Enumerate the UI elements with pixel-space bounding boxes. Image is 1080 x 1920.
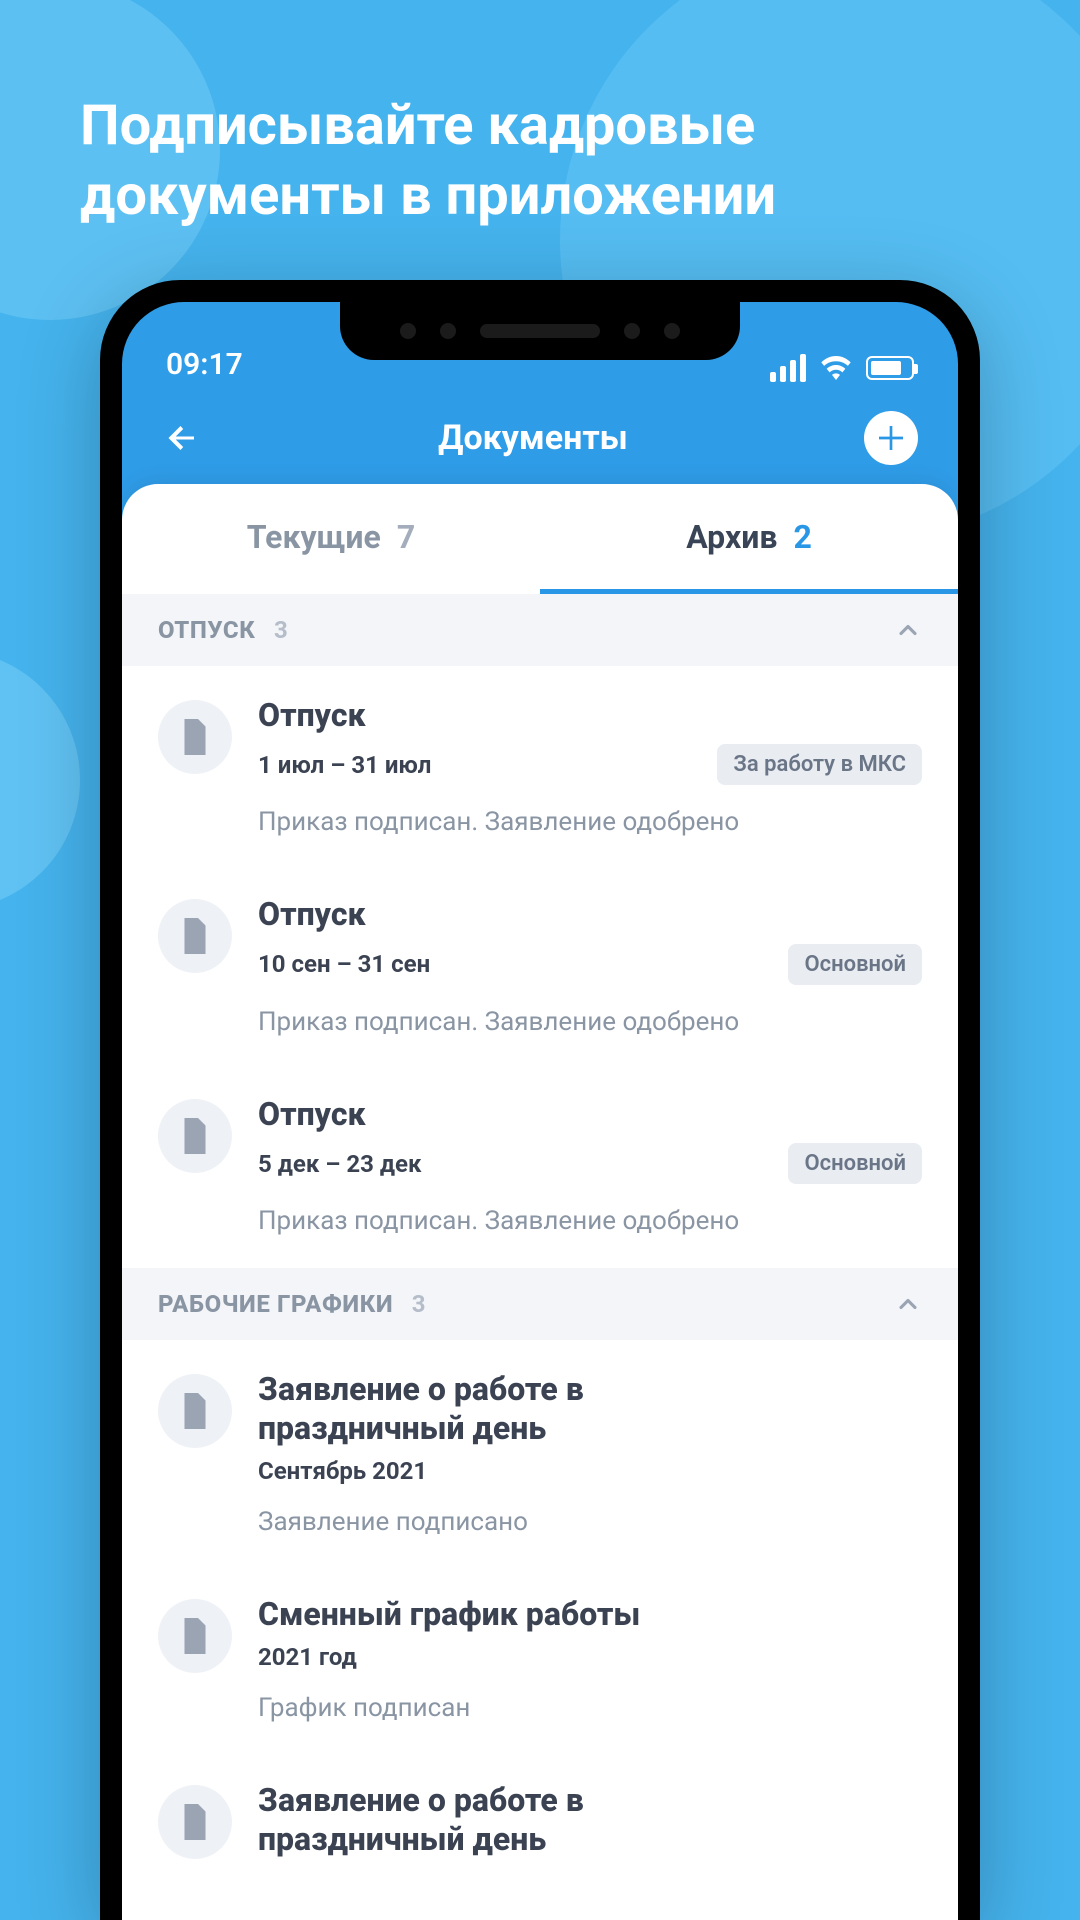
clock: 09:17 <box>166 347 243 382</box>
document-icon <box>158 1785 232 1859</box>
section-count: 3 <box>412 1290 426 1318</box>
item-title: Отпуск <box>258 895 922 933</box>
section-header[interactable]: ОТПУСК 3 <box>122 594 958 666</box>
document-icon <box>158 1374 232 1448</box>
battery-icon <box>866 356 914 380</box>
item-badge: Основной <box>788 944 922 985</box>
tab-current[interactable]: Текущие 7 <box>122 484 540 594</box>
chevron-up-icon <box>894 616 922 644</box>
item-status: Приказ подписан. Заявление одобрено <box>258 807 922 837</box>
plus-icon <box>875 422 907 454</box>
phone-screen: 09:17 Документы <box>122 302 958 1920</box>
list-item[interactable]: Сменный график работы 2021 год График по… <box>122 1569 958 1755</box>
item-badge: За работу в МКС <box>717 744 922 785</box>
item-status: Заявление подписано <box>258 1507 922 1537</box>
section-title: РАБОЧИЕ ГРАФИКИ <box>158 1290 393 1318</box>
speaker-grille <box>480 324 600 338</box>
section-title: ОТПУСК <box>158 616 255 644</box>
item-dates: 1 июл – 31 июл <box>258 751 431 779</box>
item-status: Приказ подписан. Заявление одобрено <box>258 1206 922 1236</box>
item-dates: 5 дек – 23 дек <box>258 1150 422 1178</box>
item-title: Заявление о работе в праздничный день <box>258 1370 678 1447</box>
tab-count: 2 <box>793 518 811 556</box>
list-item[interactable]: Отпуск 5 дек – 23 дек Основной Приказ по… <box>122 1069 958 1268</box>
add-button[interactable] <box>864 411 918 465</box>
list-item[interactable]: Отпуск 1 июл – 31 июл За работу в МКС Пр… <box>122 666 958 869</box>
phone-notch <box>340 302 740 360</box>
section-count: 3 <box>274 616 288 644</box>
tab-label: Архив <box>686 518 777 556</box>
phone-frame: 09:17 Документы <box>100 280 980 1920</box>
promo-headline: Подписывайте кадровые документы в прилож… <box>80 90 1000 230</box>
camera-dot <box>624 323 640 339</box>
cellular-icon <box>770 354 806 382</box>
list-item[interactable]: Заявление о работе в праздничный день <box>122 1755 958 1891</box>
wifi-icon <box>820 356 852 380</box>
item-title: Сменный график работы <box>258 1595 922 1633</box>
document-icon <box>158 700 232 774</box>
section-header[interactable]: РАБОЧИЕ ГРАФИКИ 3 <box>122 1268 958 1340</box>
item-title: Отпуск <box>258 1095 922 1133</box>
document-icon <box>158 1099 232 1173</box>
tab-archive[interactable]: Архив 2 <box>540 484 958 594</box>
chevron-up-icon <box>894 1290 922 1318</box>
camera-dot <box>664 323 680 339</box>
item-dates: Сентябрь 2021 <box>258 1457 427 1485</box>
document-icon <box>158 1599 232 1673</box>
item-badge: Основной <box>788 1143 922 1184</box>
arrow-left-icon <box>164 420 200 456</box>
item-status: Приказ подписан. Заявление одобрено <box>258 1007 922 1037</box>
page-title: Документы <box>438 418 628 458</box>
item-dates: 10 сен – 31 сен <box>258 950 430 978</box>
item-title: Отпуск <box>258 696 922 734</box>
list-item[interactable]: Заявление о работе в праздничный день Се… <box>122 1340 958 1569</box>
tab-label: Текущие <box>247 518 381 556</box>
camera-dot <box>440 323 456 339</box>
tabs: Текущие 7 Архив 2 <box>122 484 958 594</box>
camera-dot <box>400 323 416 339</box>
bg-decor-circle <box>0 650 80 910</box>
item-status: График подписан <box>258 1693 922 1723</box>
item-title: Заявление о работе в праздничный день <box>258 1781 678 1858</box>
tab-count: 7 <box>397 518 415 556</box>
item-dates: 2021 год <box>258 1643 357 1671</box>
document-icon <box>158 899 232 973</box>
content-sheet: Текущие 7 Архив 2 ОТПУСК 3 <box>122 484 958 1920</box>
back-button[interactable] <box>162 418 202 458</box>
nav-header: Документы <box>122 392 958 484</box>
list-item[interactable]: Отпуск 10 сен – 31 сен Основной Приказ п… <box>122 869 958 1068</box>
